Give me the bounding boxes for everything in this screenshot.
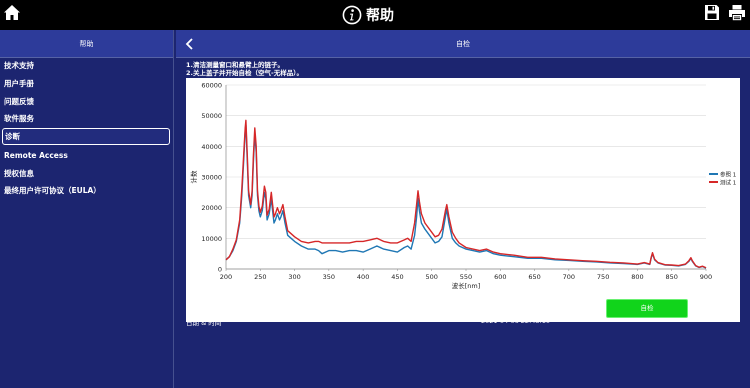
x-tick-label: 250 xyxy=(254,273,266,281)
series-line-2 xyxy=(225,119,707,269)
x-tick-label: 700 xyxy=(563,273,575,281)
datetime-label: 日期 & 时间 xyxy=(186,319,222,327)
run-selftest-button[interactable]: 自检 xyxy=(606,299,688,318)
app-title: 帮助 xyxy=(366,8,394,24)
sidebar-item-tech-support[interactable]: 技术支持 xyxy=(2,57,170,74)
x-tick-label: 500 xyxy=(426,273,438,281)
sidebar-header: 帮助 xyxy=(0,30,173,58)
y-tick-label: 10000 xyxy=(201,235,222,243)
y-tick-label: 20000 xyxy=(201,204,222,212)
top-bar: 帮助 xyxy=(0,0,750,30)
instruction-2: 2.关上盖子并开始自检（空气-无样品）。 xyxy=(186,69,303,77)
info-icon xyxy=(342,5,362,25)
sidebar-item-diagnostics[interactable]: 诊断 xyxy=(2,128,170,145)
x-tick-label: 650 xyxy=(528,273,540,281)
y-tick-label: 30000 xyxy=(201,174,222,182)
spectrum-chart: 0 10000 20000 30000 40000 50000 60000 200 250 300… xyxy=(186,78,740,322)
save-icon[interactable] xyxy=(704,4,720,21)
x-tick-label: 800 xyxy=(631,273,643,281)
y-tick-label: 50000 xyxy=(201,112,222,120)
sidebar-item-software-service[interactable]: 软件服务 xyxy=(2,110,170,127)
wavelength-shift-value: -0.23 nm xyxy=(520,301,550,309)
datetime-value: 2021-04-06 22:43:10 xyxy=(480,317,550,325)
x-tick-label: 300 xyxy=(288,273,300,281)
x-tick-label: 900 xyxy=(700,273,712,281)
spectrum-chart-svg: 0100002000030000400005000060000200 250 300… xyxy=(189,82,736,291)
x-axis-label: 波长[nm] xyxy=(452,281,481,290)
sidebar-item-license-info[interactable]: 授权信息 xyxy=(2,165,170,182)
sidebar-item-user-manual[interactable]: 用户手册 xyxy=(2,75,170,92)
legend-label-1: 参照 1 xyxy=(720,170,736,178)
x-tick-label: 400 xyxy=(357,273,369,281)
legend-label-2: 测试 1 xyxy=(720,178,736,186)
x-tick-label: 200 xyxy=(220,273,232,281)
sidebar: 帮助 技术支持 用户手册 问题反馈 软件服务 诊断 Remote Access … xyxy=(0,30,174,388)
page-title: 自检 xyxy=(456,40,470,48)
y-axis-label: 计数 xyxy=(189,170,198,184)
x-tick-label: 350 xyxy=(323,273,335,281)
x-tick-label: 600 xyxy=(494,273,506,281)
y-tick-label: 60000 xyxy=(201,82,222,90)
print-icon[interactable] xyxy=(728,4,746,21)
x-tick-label: 550 xyxy=(460,273,472,281)
x-tick-label: 850 xyxy=(666,273,678,281)
sidebar-item-feedback[interactable]: 问题反馈 xyxy=(2,93,170,110)
main-panel: 自检 1.清洁测量窗口和悬臂上的链子。 2.关上盖子并开始自检（空气-无样品）。… xyxy=(176,30,750,388)
sidebar-item-remote-access[interactable]: Remote Access xyxy=(2,147,170,164)
sidebar-item-eula[interactable]: 最终用户许可协议（EULA） xyxy=(2,182,170,199)
chevron-left-icon[interactable] xyxy=(184,37,196,51)
main-header: 自检 xyxy=(176,30,750,58)
x-tick-label: 750 xyxy=(597,273,609,281)
home-icon[interactable] xyxy=(3,4,21,22)
x-tick-label: 450 xyxy=(391,273,403,281)
y-tick-label: 40000 xyxy=(201,143,222,151)
app-title-group: 帮助 xyxy=(342,4,394,26)
